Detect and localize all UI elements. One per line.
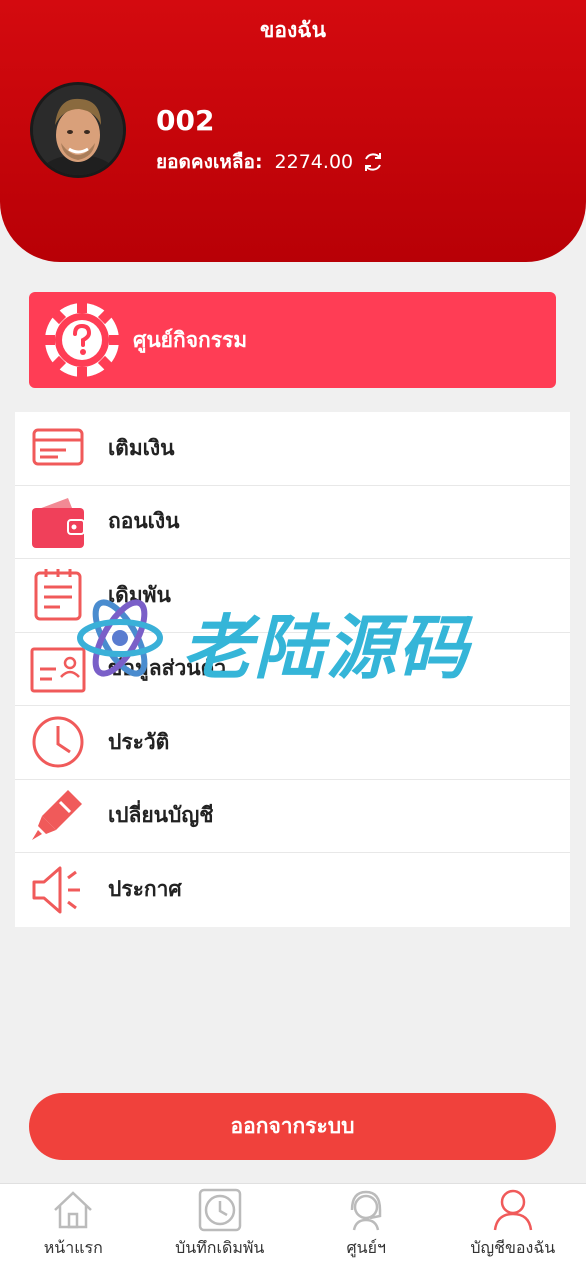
menu-item-label: เดิมพัน <box>108 582 171 607</box>
activity-center-label: ศูนย์กิจกรรม <box>133 327 248 352</box>
balance-row: ยอดคงเหลือ: 2274.00 <box>156 147 385 177</box>
megaphone-icon <box>32 866 80 914</box>
nav-item-support[interactable]: ศูนย์ฯ <box>293 1184 440 1266</box>
bottom-nav: หน้าแรก บันทึกเดิมพัน ศูนย์ฯ บัญชีของฉัน <box>0 1183 586 1266</box>
id-card-icon <box>30 647 86 693</box>
profile-header: ของฉัน 002 ยอดคงเหลือ: 2274.00 <box>0 0 586 262</box>
nav-label: บัญชีของฉัน <box>470 1238 556 1257</box>
help-chip-icon <box>45 303 119 377</box>
support-icon <box>351 1190 382 1231</box>
balance-label: ยอดคงเหลือ: <box>156 151 263 173</box>
nav-item-home[interactable]: หน้าแรก <box>0 1184 147 1266</box>
clock-icon <box>32 716 84 768</box>
menu-item-label: เปลี่ยนบัญชี <box>108 803 214 828</box>
menu-item-label: ประวัติ <box>108 729 170 754</box>
nav-label: บันทึกเดิมพัน <box>175 1238 265 1257</box>
menu-item-withdraw[interactable]: ถอนเงิน <box>15 486 570 559</box>
logout-button[interactable]: ออกจากระบบ <box>29 1093 556 1160</box>
menu-item-bet[interactable]: เดิมพัน <box>15 559 570 633</box>
menu-item-deposit[interactable]: เติมเงิน <box>15 412 570 486</box>
notepad-icon <box>34 569 82 621</box>
menu-item-label: ถอนเงิน <box>108 509 180 534</box>
page-title: ของฉัน <box>260 18 326 42</box>
card-icon <box>32 428 84 466</box>
wallet-icon <box>32 497 85 548</box>
balance-value: 2274.00 <box>274 151 354 173</box>
nav-label: หน้าแรก <box>43 1238 103 1257</box>
nav-label: ศูนย์ฯ <box>346 1238 386 1257</box>
activity-center-button[interactable]: ศูนย์กิจกรรม <box>29 292 556 388</box>
home-icon <box>54 1191 93 1229</box>
menu-item-label: เติมเงิน <box>108 435 175 460</box>
menu-item-label: ข้อมูลส่วนตัว <box>108 656 227 681</box>
menu-item-label: ประกาศ <box>108 877 182 902</box>
menu-item-switch-account[interactable]: เปลี่ยนบัญชี <box>15 780 570 853</box>
menu-list: เติมเงิน ถอนเงิน เดิมพัน ข้อมูลส่วนตัว ป… <box>15 412 570 927</box>
menu-item-profile[interactable]: ข้อมูลส่วนตัว <box>15 633 570 706</box>
marker-icon <box>32 789 82 840</box>
nav-item-bet-records[interactable]: บันทึกเดิมพัน <box>147 1184 294 1266</box>
menu-item-history[interactable]: ประวัติ <box>15 706 570 780</box>
username: 002 <box>156 104 215 137</box>
clock-icon <box>198 1188 241 1232</box>
user-icon <box>493 1189 532 1231</box>
avatar[interactable] <box>30 82 126 178</box>
nav-item-my-account[interactable]: บัญชีของฉัน <box>440 1184 586 1266</box>
menu-item-announcement[interactable]: ประกาศ <box>15 853 570 927</box>
refresh-icon[interactable] <box>361 150 385 174</box>
